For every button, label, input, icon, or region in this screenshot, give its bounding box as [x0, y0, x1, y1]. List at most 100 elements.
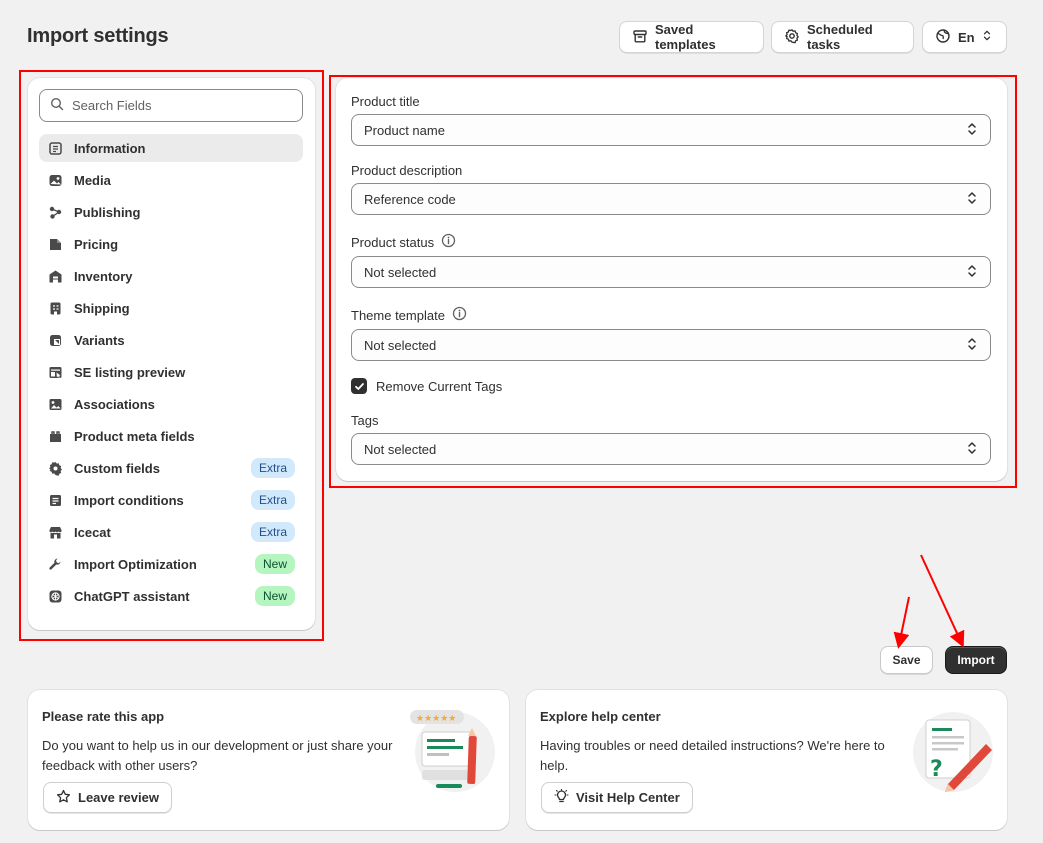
theme-template-label: Theme template — [351, 306, 467, 324]
save-button[interactable]: Save — [880, 646, 933, 674]
store-icon — [47, 524, 63, 540]
search-preview-icon — [47, 364, 63, 380]
sidebar-item-information[interactable]: Information — [39, 134, 303, 162]
variants-icon — [47, 332, 63, 348]
archive-icon — [632, 28, 648, 47]
sidebar-item-import-optimization[interactable]: Import Optimization New — [39, 550, 303, 578]
sidebar-item-product-meta-fields[interactable]: Product meta fields — [39, 422, 303, 450]
arrow-to-save — [893, 596, 910, 649]
status-badge: Extra — [250, 490, 295, 510]
sidebar-item-media[interactable]: Media — [39, 166, 303, 194]
info-list-icon — [47, 140, 63, 156]
sidebar-item-shipping[interactable]: Shipping — [39, 294, 303, 322]
chevron-updown-icon — [982, 29, 992, 45]
chevron-updown-icon — [966, 441, 978, 458]
sidebar-item-label: Variants — [74, 332, 125, 348]
search-icon — [50, 97, 64, 114]
star-icon — [56, 789, 71, 807]
search-box[interactable] — [39, 89, 303, 122]
scheduled-tasks-label: Scheduled tasks — [807, 22, 873, 52]
chevron-updown-icon — [966, 337, 978, 354]
product-status-value: Not selected — [364, 264, 437, 280]
sidebar-item-label: Icecat — [74, 524, 111, 540]
sidebar-item-variants[interactable]: Variants — [39, 326, 303, 354]
product-description-value: Reference code — [364, 191, 456, 207]
metafields-icon — [47, 428, 63, 444]
chevron-updown-icon — [966, 122, 978, 139]
publishing-icon — [47, 204, 63, 220]
product-title-value: Product name — [364, 122, 445, 138]
sidebar-item-label: Inventory — [74, 268, 133, 284]
language-selector[interactable]: En — [922, 21, 1007, 53]
sidebar-item-publishing[interactable]: Publishing — [39, 198, 303, 226]
sidebar-item-inventory[interactable]: Inventory — [39, 262, 303, 290]
visit-help-center-label: Visit Help Center — [576, 790, 680, 805]
sidebar-item-label: Shipping — [74, 300, 130, 316]
info-icon[interactable] — [452, 306, 467, 324]
help-center-text: Having troubles or need detailed instruc… — [540, 738, 885, 773]
review-illustration-icon: ★★★★★ — [410, 710, 495, 792]
sidebar-item-se-listing-preview[interactable]: SE listing preview — [39, 358, 303, 386]
svg-text:?: ? — [930, 757, 943, 782]
sidebar-item-label: Associations — [74, 396, 155, 412]
arrow-to-import — [920, 554, 965, 648]
product-description-select[interactable]: Reference code — [351, 183, 991, 215]
sidebar-item-label: Publishing — [74, 204, 141, 220]
sidebar-item-associations[interactable]: Associations — [39, 390, 303, 418]
rate-app-title: Please rate this app — [42, 709, 165, 724]
sidebar-item-label: Media — [74, 172, 111, 188]
import-button[interactable]: Import — [945, 646, 1007, 674]
fields-sidebar: Information Media Publishing Pricing Invento… — [28, 78, 315, 630]
leave-review-button[interactable]: Leave review — [43, 782, 172, 813]
price-tag-icon — [47, 236, 63, 252]
image-icon — [47, 172, 63, 188]
product-status-select[interactable]: Not selected — [351, 256, 991, 288]
sidebar-item-chatgpt-assistant[interactable]: ChatGPT assistant New — [39, 582, 303, 610]
info-icon[interactable] — [441, 233, 456, 251]
tags-value: Not selected — [364, 441, 437, 457]
remove-current-tags-option[interactable]: Remove Current Tags — [351, 378, 502, 394]
saved-templates-label: Saved templates — [655, 22, 716, 52]
page-title: Import settings — [27, 25, 169, 47]
product-title-select[interactable]: Product name — [351, 114, 991, 146]
conditions-icon — [47, 492, 63, 508]
status-badge: Extra — [250, 522, 295, 542]
sidebar-item-label: Import conditions — [74, 492, 184, 508]
sidebar-item-label: SE listing preview — [74, 364, 186, 380]
wrench-icon — [47, 556, 63, 572]
saved-templates-button[interactable]: Saved templates — [619, 21, 764, 53]
remove-current-tags-checkbox[interactable] — [351, 378, 367, 394]
status-badge: Extra — [250, 458, 295, 478]
tags-select[interactable]: Not selected — [351, 433, 991, 465]
theme-template-select[interactable]: Not selected — [351, 329, 991, 361]
tags-label: Tags — [351, 413, 379, 428]
sidebar-item-label: Import Optimization — [74, 556, 197, 572]
chevron-updown-icon — [966, 264, 978, 281]
sidebar-item-pricing[interactable]: Pricing — [39, 230, 303, 258]
sidebar-item-label: Custom fields — [74, 460, 160, 476]
theme-template-value: Not selected — [364, 337, 437, 353]
gear-icon — [784, 28, 800, 47]
scheduled-tasks-button[interactable]: Scheduled tasks — [771, 21, 914, 53]
inventory-icon — [47, 268, 63, 284]
lightbulb-icon — [554, 787, 569, 807]
help-illustration-icon: ? — [913, 712, 993, 792]
rate-app-text: Do you want to help us in our developmen… — [42, 738, 393, 773]
status-badge: New — [254, 586, 295, 606]
globe-icon — [935, 28, 951, 47]
status-badge: New — [254, 554, 295, 574]
language-label: En — [958, 29, 975, 45]
visit-help-center-button[interactable]: Visit Help Center — [541, 782, 693, 813]
rate-app-card: Please rate this app Do you want to help… — [28, 690, 509, 830]
sidebar-item-import-conditions[interactable]: Import conditions Extra — [39, 486, 303, 514]
sidebar-item-icecat[interactable]: Icecat Extra — [39, 518, 303, 546]
help-center-title: Explore help center — [540, 709, 661, 724]
search-fields-input[interactable] — [72, 98, 292, 113]
field-mapping-form: Product title Product name Product descr… — [336, 78, 1007, 481]
remove-current-tags-label: Remove Current Tags — [376, 378, 503, 394]
product-title-label: Product title — [351, 94, 420, 109]
product-status-label: Product status — [351, 233, 456, 251]
leave-review-label: Leave review — [78, 790, 159, 805]
chatgpt-icon — [47, 588, 63, 604]
sidebar-item-custom-fields[interactable]: Custom fields Extra — [39, 454, 303, 482]
